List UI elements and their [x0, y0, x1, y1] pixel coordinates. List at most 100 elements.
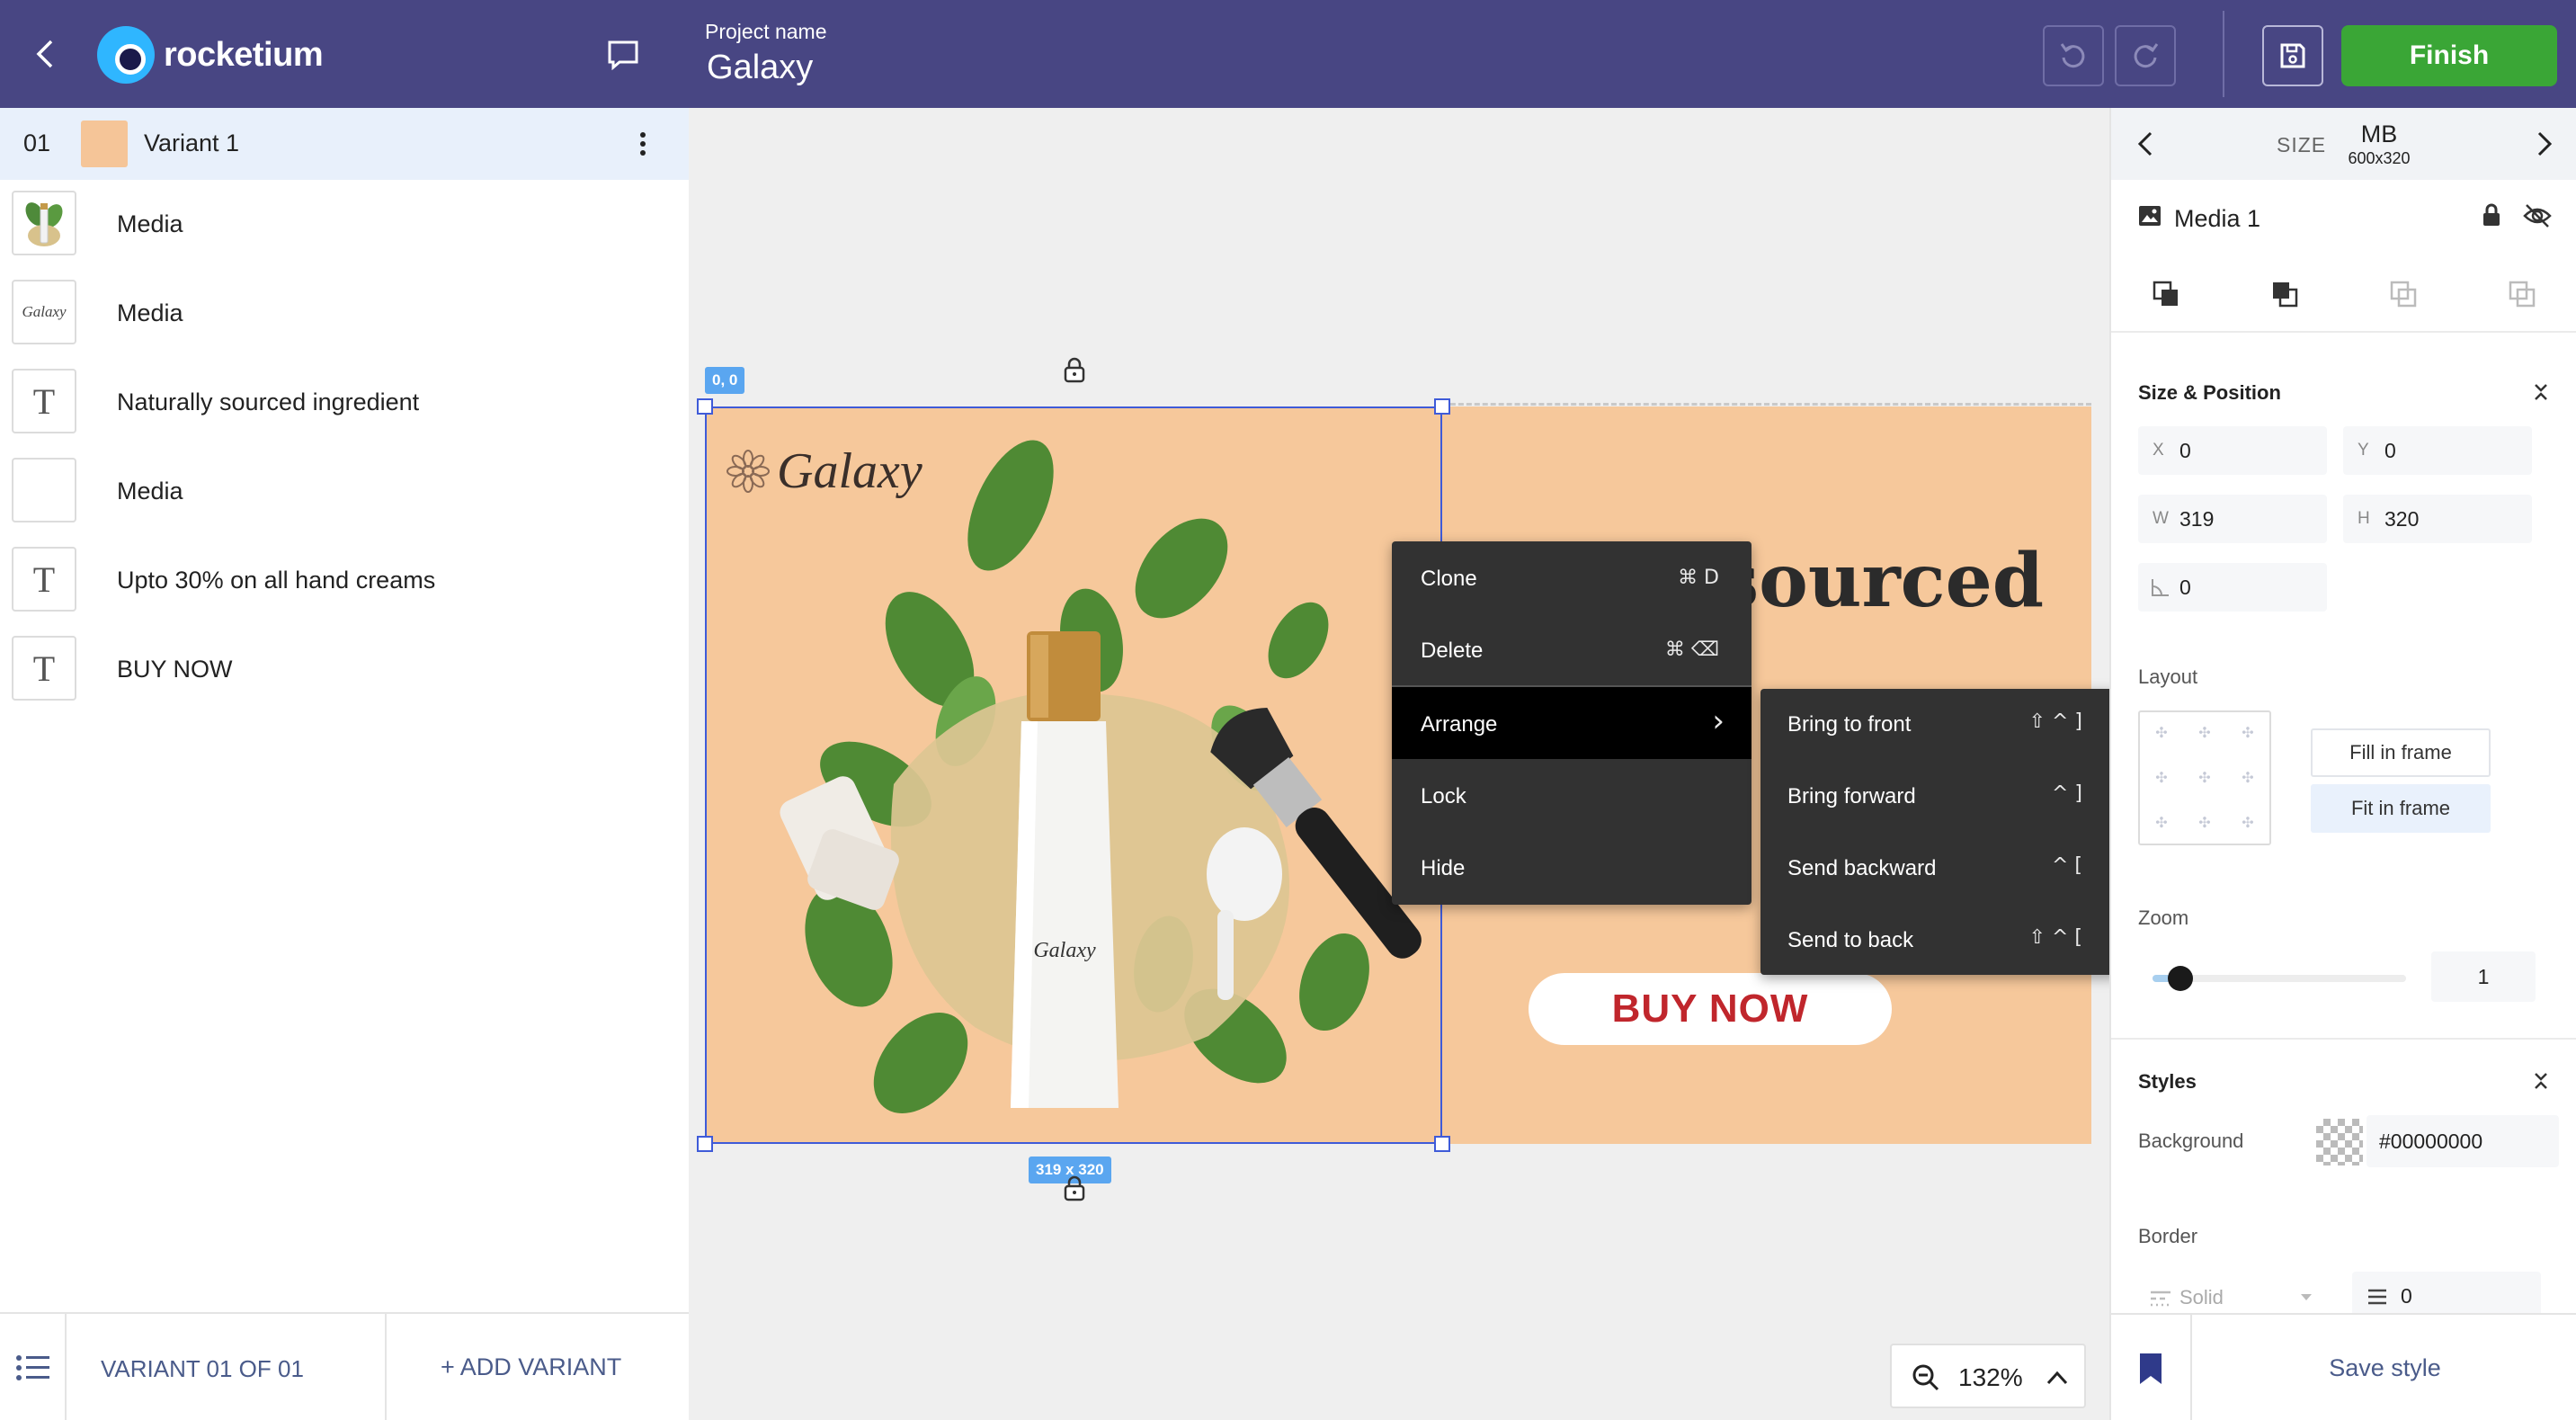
- align-middle-left-icon[interactable]: ✣: [2153, 770, 2170, 788]
- send-to-back-icon[interactable]: [2507, 279, 2539, 311]
- align-bottom-center-icon[interactable]: ✣: [2196, 815, 2214, 833]
- context-menu: Clone ⌘ D Delete ⌘ ⌫ Arrange › Lock Hide: [1392, 541, 1752, 905]
- width-field[interactable]: W 319: [2138, 495, 2327, 543]
- save-button[interactable]: [2262, 25, 2323, 86]
- rocketium-logo: rocketium: [97, 23, 324, 86]
- layer-item[interactable]: T Upto 30% on all hand creams: [0, 536, 689, 625]
- bring-forward-icon[interactable]: [2269, 279, 2302, 311]
- menu-item-bring-to-front[interactable]: Bring to front ⇧ ^ ]: [1760, 689, 2118, 761]
- align-center-icon[interactable]: ✣: [2196, 770, 2214, 788]
- banner-headline[interactable]: sourced t: [1717, 540, 2044, 705]
- menu-item-shortcut: ^ ]: [2051, 782, 2082, 805]
- undo-button[interactable]: [2043, 25, 2104, 86]
- menu-item-label: Hide: [1421, 856, 1466, 880]
- menu-item-clone[interactable]: Clone ⌘ D: [1392, 541, 1752, 613]
- zoom-input[interactable]: 1: [2431, 951, 2536, 1002]
- menu-item-shortcut: ⌘ D: [1678, 567, 1719, 589]
- rotation-field[interactable]: 0: [2138, 563, 2327, 612]
- x-field[interactable]: X 0: [2138, 426, 2327, 475]
- zoom-out-icon[interactable]: [1912, 1363, 1940, 1392]
- redo-button[interactable]: [2115, 25, 2176, 86]
- border-width-value: 0: [2401, 1284, 2412, 1308]
- height-field[interactable]: H 320: [2343, 495, 2532, 543]
- send-backward-icon[interactable]: [2388, 279, 2420, 311]
- collapse-icon[interactable]: [2530, 1070, 2552, 1092]
- arrange-toolbar: [2111, 261, 2576, 333]
- menu-item-arrange[interactable]: Arrange ›: [1392, 687, 1752, 759]
- selected-layer-name[interactable]: Media 1: [2174, 205, 2260, 233]
- field-value: 0: [2179, 439, 2191, 462]
- align-middle-right-icon[interactable]: ✣: [2239, 770, 2257, 788]
- angle-icon: [2152, 579, 2169, 596]
- section-divider: [2111, 1038, 2576, 1040]
- menu-item-send-backward[interactable]: Send backward ^ [: [1760, 833, 2118, 905]
- variant-row[interactable]: 01 Variant 1: [0, 108, 689, 180]
- layer-item[interactable]: Media: [0, 180, 689, 269]
- y-field[interactable]: Y 0: [2343, 426, 2532, 475]
- properties-panel: SIZE MB 600x320 Media 1 Size & Position …: [2109, 108, 2576, 1420]
- resize-handle[interactable]: [697, 1136, 713, 1152]
- menu-item-label: Arrange: [1421, 712, 1498, 737]
- layer-item[interactable]: Media: [0, 447, 689, 536]
- layer-item[interactable]: Galaxy Media: [0, 269, 689, 358]
- chevron-left-icon[interactable]: [2127, 126, 2163, 162]
- resize-handle[interactable]: [1434, 1136, 1450, 1152]
- rocketium-logo-icon: [97, 26, 155, 84]
- chevron-up-icon[interactable]: [2045, 1365, 2070, 1390]
- align-top-right-icon[interactable]: ✣: [2239, 725, 2257, 743]
- menu-item-label: Bring to front: [1787, 712, 1912, 737]
- selection-box[interactable]: [705, 406, 1442, 1144]
- zoom-slider-handle[interactable]: [2168, 966, 2194, 991]
- chevron-right-icon: ›: [1712, 703, 1725, 739]
- saved-styles-button[interactable]: [2111, 1315, 2192, 1420]
- menu-item-label: Delete: [1421, 639, 1484, 663]
- variant-list-button[interactable]: [0, 1314, 67, 1420]
- layers-panel: 01 Variant 1 Media Galaxy Media T Natura: [0, 108, 689, 1312]
- menu-item-lock[interactable]: Lock: [1392, 759, 1752, 831]
- back-button[interactable]: [18, 27, 72, 81]
- fill-in-frame-button[interactable]: Fill in frame: [2311, 728, 2491, 777]
- lock-icon[interactable]: [1063, 356, 1086, 383]
- save-style-button[interactable]: Save style: [2192, 1354, 2576, 1382]
- size-name: MB: [2360, 121, 2398, 147]
- chevron-right-icon[interactable]: [2527, 126, 2563, 162]
- banner-buy-now[interactable]: BUY NOW: [1529, 973, 1892, 1045]
- menu-item-bring-forward[interactable]: Bring forward ^ ]: [1760, 761, 2118, 833]
- add-variant-button[interactable]: + ADD VARIANT: [441, 1353, 621, 1381]
- variant-number: 01: [23, 129, 51, 156]
- layer-thumbnail: T: [12, 547, 76, 612]
- selected-layer-header: Media 1: [2111, 180, 2576, 252]
- lock-icon[interactable]: [1063, 1174, 1086, 1201]
- layout-title: Layout: [2138, 665, 2198, 688]
- bring-to-front-icon[interactable]: [2151, 279, 2183, 311]
- layer-item[interactable]: T Naturally sourced ingredient: [0, 358, 689, 447]
- canvas-guide-line: [1442, 403, 2091, 406]
- resize-handle[interactable]: [697, 398, 713, 415]
- background-color-swatch[interactable]: [2316, 1119, 2363, 1165]
- menu-item-delete[interactable]: Delete ⌘ ⌫: [1392, 613, 1752, 685]
- menu-item-send-to-back[interactable]: Send to back ⇧ ^ [: [1760, 905, 2118, 977]
- finish-button[interactable]: Finish: [2341, 25, 2557, 86]
- align-top-left-icon[interactable]: ✣: [2153, 725, 2170, 743]
- fit-in-frame-button[interactable]: Fit in frame: [2311, 784, 2491, 833]
- alignment-grid[interactable]: ✣ ✣ ✣ ✣ ✣ ✣ ✣ ✣ ✣: [2138, 710, 2271, 845]
- layer-name: Media: [117, 299, 183, 326]
- align-bottom-right-icon[interactable]: ✣: [2239, 815, 2257, 833]
- align-top-center-icon[interactable]: ✣: [2196, 725, 2214, 743]
- project-name[interactable]: Galaxy: [707, 49, 813, 87]
- styles-title: Styles: [2138, 1070, 2197, 1093]
- collapse-icon[interactable]: [2530, 381, 2552, 403]
- eye-off-icon[interactable]: [2523, 203, 2552, 228]
- variant-menu-button[interactable]: [629, 126, 656, 162]
- layer-item[interactable]: T BUY NOW: [0, 625, 689, 714]
- resize-handle[interactable]: [1434, 398, 1450, 415]
- size-dimensions: 600x320: [2348, 149, 2411, 167]
- canvas-zoom-control[interactable]: 132%: [1890, 1344, 2086, 1408]
- align-bottom-left-icon[interactable]: ✣: [2153, 815, 2170, 833]
- menu-item-hide[interactable]: Hide: [1392, 831, 1752, 903]
- background-color-input[interactable]: #00000000: [2367, 1115, 2559, 1167]
- comment-button[interactable]: [599, 32, 647, 77]
- zoom-slider[interactable]: [2153, 966, 2406, 991]
- arrange-submenu: Bring to front ⇧ ^ ] Bring forward ^ ] S…: [1760, 689, 2118, 975]
- lock-icon[interactable]: [2480, 201, 2503, 228]
